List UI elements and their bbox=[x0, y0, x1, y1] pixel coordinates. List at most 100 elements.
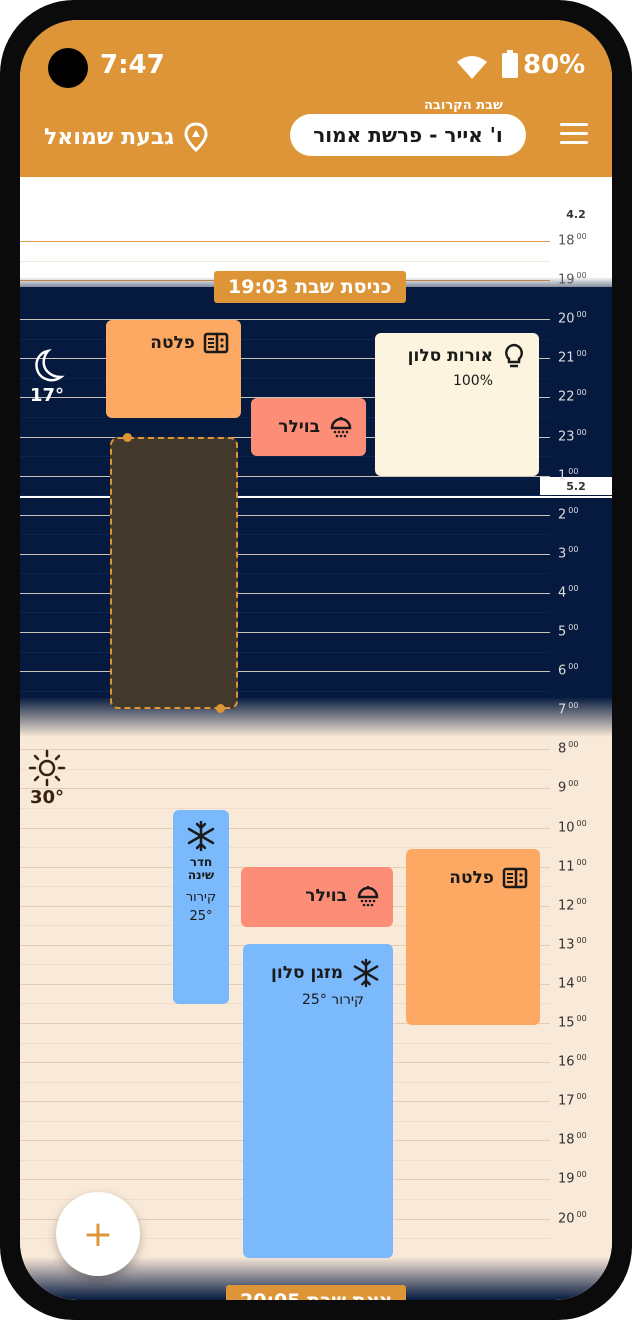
hour-label: 21 00 bbox=[558, 349, 587, 366]
front-camera bbox=[48, 48, 88, 88]
hour-label: 17 00 bbox=[558, 1092, 587, 1109]
moon-icon bbox=[35, 349, 65, 382]
event-title: פלטה bbox=[449, 868, 494, 888]
hotplate-icon bbox=[203, 332, 229, 354]
header-bar: 7:47 80% גבעת שמואל שבת הקרובה ו' אייר -… bbox=[20, 20, 612, 177]
hour-gridline bbox=[20, 671, 550, 673]
sun-icon bbox=[28, 749, 66, 787]
hour-label: 8 00 bbox=[558, 740, 579, 757]
hour-label: 7 00 bbox=[558, 701, 579, 718]
event-living-ac[interactable]: מזגן סלון קירור 25° bbox=[243, 944, 393, 1258]
upcoming-shabbat-label: שבת הקרובה bbox=[424, 98, 503, 113]
hour-label: 18 00 bbox=[558, 232, 587, 249]
day-separator bbox=[20, 496, 612, 498]
event-temperature: 25° bbox=[189, 909, 213, 924]
hour-label: 12 00 bbox=[558, 896, 587, 914]
hour-label: 20 00 bbox=[558, 1209, 587, 1226]
event-night-plate[interactable]: פלטה bbox=[106, 320, 241, 418]
half-hour-gridline bbox=[20, 807, 550, 809]
plus-icon: + bbox=[82, 1213, 114, 1255]
hour-label: 2 00 bbox=[558, 505, 579, 523]
battery-icon bbox=[502, 50, 518, 78]
event-mode: קירור 25° bbox=[302, 992, 364, 1008]
hour-gridline bbox=[20, 827, 550, 829]
event-day-boiler[interactable]: בוילר bbox=[241, 867, 393, 927]
hour-label: 23 00 bbox=[558, 427, 587, 444]
shabbat-end-tag: צאת שבת 20:05 bbox=[226, 1285, 406, 1300]
event-title: בוילר bbox=[278, 417, 320, 437]
half-hour-gridline bbox=[20, 612, 550, 614]
wifi-icon bbox=[457, 56, 487, 79]
shower-icon bbox=[357, 886, 379, 907]
hotplate-icon bbox=[502, 867, 528, 889]
event-title: פלטה bbox=[150, 333, 195, 353]
hour-gridline bbox=[20, 632, 550, 633]
day-fade-in bbox=[20, 697, 612, 737]
half-hour-gridline bbox=[20, 534, 550, 536]
day-label: 4.2 bbox=[540, 205, 612, 223]
half-hour-gridline bbox=[20, 690, 550, 692]
event-title: בוילר bbox=[305, 886, 347, 906]
hour-label: 16 00 bbox=[558, 1053, 587, 1070]
night-weather: 17° bbox=[28, 349, 66, 406]
event-mode: קירור bbox=[185, 890, 217, 905]
event-title: אורות סלון bbox=[407, 346, 493, 366]
schedule-timeline[interactable]: 4.2 5.2 כניסת שבת 19:03 צאת שבת 20:05 17… bbox=[20, 177, 612, 1300]
resize-handle-top[interactable] bbox=[123, 433, 132, 442]
hour-label: 13 00 bbox=[558, 935, 587, 953]
hour-label: 19 00 bbox=[558, 1170, 587, 1187]
hour-gridline bbox=[20, 514, 550, 516]
hour-label: 19 00 bbox=[558, 271, 587, 288]
event-level: 100% bbox=[452, 373, 493, 389]
app-screen: 7:47 80% גבעת שמואל שבת הקרובה ו' אייר -… bbox=[20, 20, 612, 1300]
add-event-button[interactable]: + bbox=[56, 1192, 140, 1276]
battery-percent: 80% bbox=[523, 50, 586, 80]
parasha-selector[interactable]: ו' אייר - פרשת אמור bbox=[290, 114, 526, 156]
shabbat-start-tag: כניסת שבת 19:03 bbox=[214, 271, 406, 303]
menu-icon[interactable] bbox=[560, 123, 588, 145]
half-hour-gridline bbox=[20, 573, 550, 575]
hour-label: 15 00 bbox=[558, 1014, 587, 1031]
resize-handle-bottom[interactable] bbox=[216, 704, 225, 713]
hour-label: 5 00 bbox=[558, 623, 579, 640]
hour-label: 1 00 bbox=[558, 466, 579, 483]
day-weather: 30° bbox=[28, 749, 66, 808]
event-title: חדר שינה bbox=[187, 855, 215, 882]
hour-label: 3 00 bbox=[558, 544, 579, 562]
hour-gridline bbox=[20, 749, 550, 751]
event-bedroom-ac[interactable]: חדר שינה קירור 25° bbox=[173, 810, 229, 1004]
hour-label: 9 00 bbox=[558, 779, 579, 796]
location-selector[interactable]: גבעת שמואל bbox=[44, 122, 208, 152]
status-time: 7:47 bbox=[100, 50, 165, 80]
hour-gridline bbox=[20, 553, 550, 555]
snowflake-icon bbox=[187, 820, 215, 852]
lightbulb-icon bbox=[505, 343, 523, 368]
location-pin-icon bbox=[184, 122, 208, 152]
half-hour-gridline bbox=[20, 260, 550, 262]
half-hour-gridline bbox=[20, 651, 550, 653]
snowflake-icon bbox=[353, 958, 379, 988]
event-living-lights[interactable]: אורות סלון 100% bbox=[375, 333, 539, 476]
shower-icon bbox=[330, 417, 352, 438]
hour-gridline bbox=[20, 788, 550, 790]
hour-label: 20 00 bbox=[558, 310, 587, 327]
night-temperature: 17° bbox=[29, 385, 65, 406]
location-name: גבעת שמואל bbox=[44, 124, 175, 150]
hour-label: 22 00 bbox=[558, 388, 587, 405]
half-hour-gridline bbox=[20, 847, 550, 849]
day-temperature: 30° bbox=[29, 787, 65, 808]
hour-gridline bbox=[20, 592, 550, 594]
hour-label: 10 00 bbox=[558, 818, 587, 835]
event-day-plate[interactable]: פלטה bbox=[406, 849, 540, 1025]
hour-label: 11 00 bbox=[558, 857, 587, 874]
hour-gridline bbox=[20, 241, 550, 242]
phone-frame: 7:47 80% גבעת שמואל שבת הקרובה ו' אייר -… bbox=[0, 0, 632, 1320]
event-night-boiler[interactable]: בוילר bbox=[251, 398, 366, 456]
half-hour-gridline bbox=[20, 768, 550, 770]
hour-label: 14 00 bbox=[558, 974, 587, 992]
event-title: מזגן סלון bbox=[271, 963, 343, 983]
hour-label: 6 00 bbox=[558, 662, 579, 679]
new-event-placeholder[interactable] bbox=[110, 433, 238, 713]
hour-label: 4 00 bbox=[558, 583, 579, 601]
hour-gridline bbox=[20, 319, 550, 321]
